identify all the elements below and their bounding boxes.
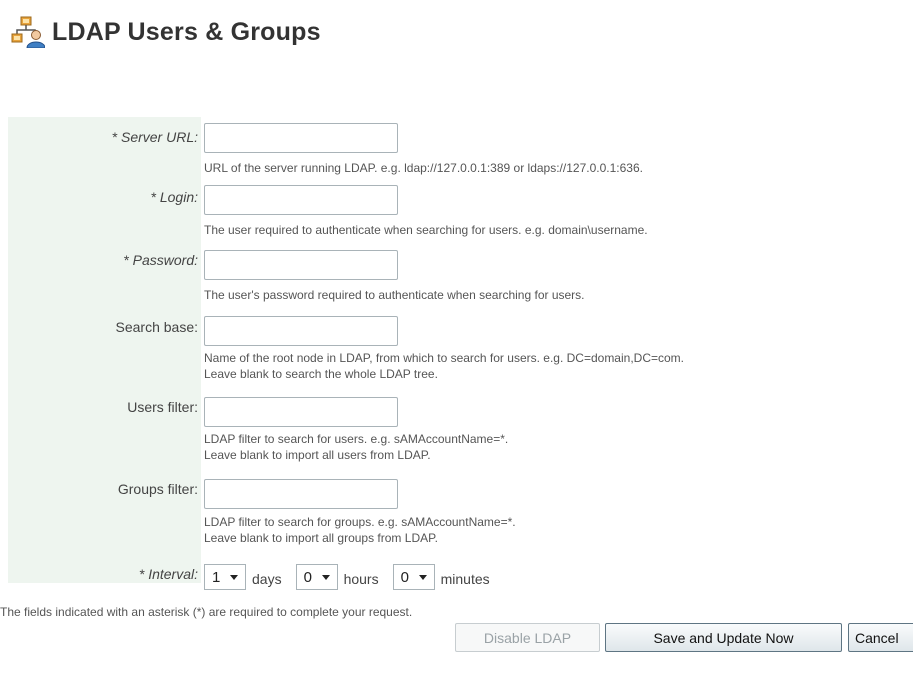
server-url-help: URL of the server running LDAP. e.g. lda… bbox=[204, 161, 643, 175]
password-label: * Password: bbox=[123, 252, 198, 268]
search-base-help: Name of the root node in LDAP, from whic… bbox=[204, 351, 684, 381]
days-unit-label: days bbox=[252, 571, 282, 587]
login-input[interactable] bbox=[204, 185, 398, 215]
minutes-unit-label: minutes bbox=[440, 571, 490, 587]
chevron-down-icon bbox=[418, 575, 427, 580]
hours-select[interactable]: 0 bbox=[295, 564, 338, 590]
search-base-input[interactable] bbox=[204, 316, 398, 346]
users-filter-label: Users filter: bbox=[127, 399, 198, 415]
chevron-down-icon bbox=[230, 575, 238, 580]
login-help: The user required to authenticate when s… bbox=[204, 223, 648, 237]
interval-label: * Interval: bbox=[138, 566, 198, 582]
label-column bbox=[8, 117, 201, 583]
users-filter-help: LDAP filter to search for users. e.g. sA… bbox=[204, 432, 509, 462]
groups-filter-label: Groups filter: bbox=[117, 481, 198, 497]
server-url-label: * Server URL: bbox=[111, 129, 198, 145]
users-network-icon bbox=[11, 16, 46, 49]
disable-ldap-button[interactable]: Disable LDAP bbox=[455, 623, 600, 652]
login-label: * Login: bbox=[150, 189, 198, 205]
save-and-update-button[interactable]: Save and Update Now bbox=[605, 623, 842, 652]
cancel-button[interactable]: Cancel bbox=[848, 623, 913, 652]
server-url-input[interactable] bbox=[204, 123, 398, 153]
page-header: LDAP Users & Groups bbox=[11, 16, 321, 49]
ldap-settings-form: * Server URL: URL of the server running … bbox=[8, 117, 913, 590]
hours-unit-label: hours bbox=[343, 571, 379, 587]
users-filter-input[interactable] bbox=[204, 397, 398, 427]
interval-controls: 1 days 0 hours 0 minutes bbox=[204, 564, 504, 590]
page-title: LDAP Users & Groups bbox=[52, 17, 321, 46]
password-input[interactable] bbox=[204, 250, 398, 280]
search-base-label: Search base: bbox=[115, 319, 199, 335]
required-fields-note: The fields indicated with an asterisk (*… bbox=[0, 605, 413, 619]
password-help: The user's password required to authenti… bbox=[204, 288, 585, 302]
groups-filter-help: LDAP filter to search for groups. e.g. s… bbox=[204, 515, 516, 545]
days-select[interactable]: 1 bbox=[204, 564, 246, 590]
minutes-select[interactable]: 0 bbox=[392, 564, 435, 590]
chevron-down-icon bbox=[321, 575, 330, 580]
groups-filter-input[interactable] bbox=[204, 479, 398, 509]
